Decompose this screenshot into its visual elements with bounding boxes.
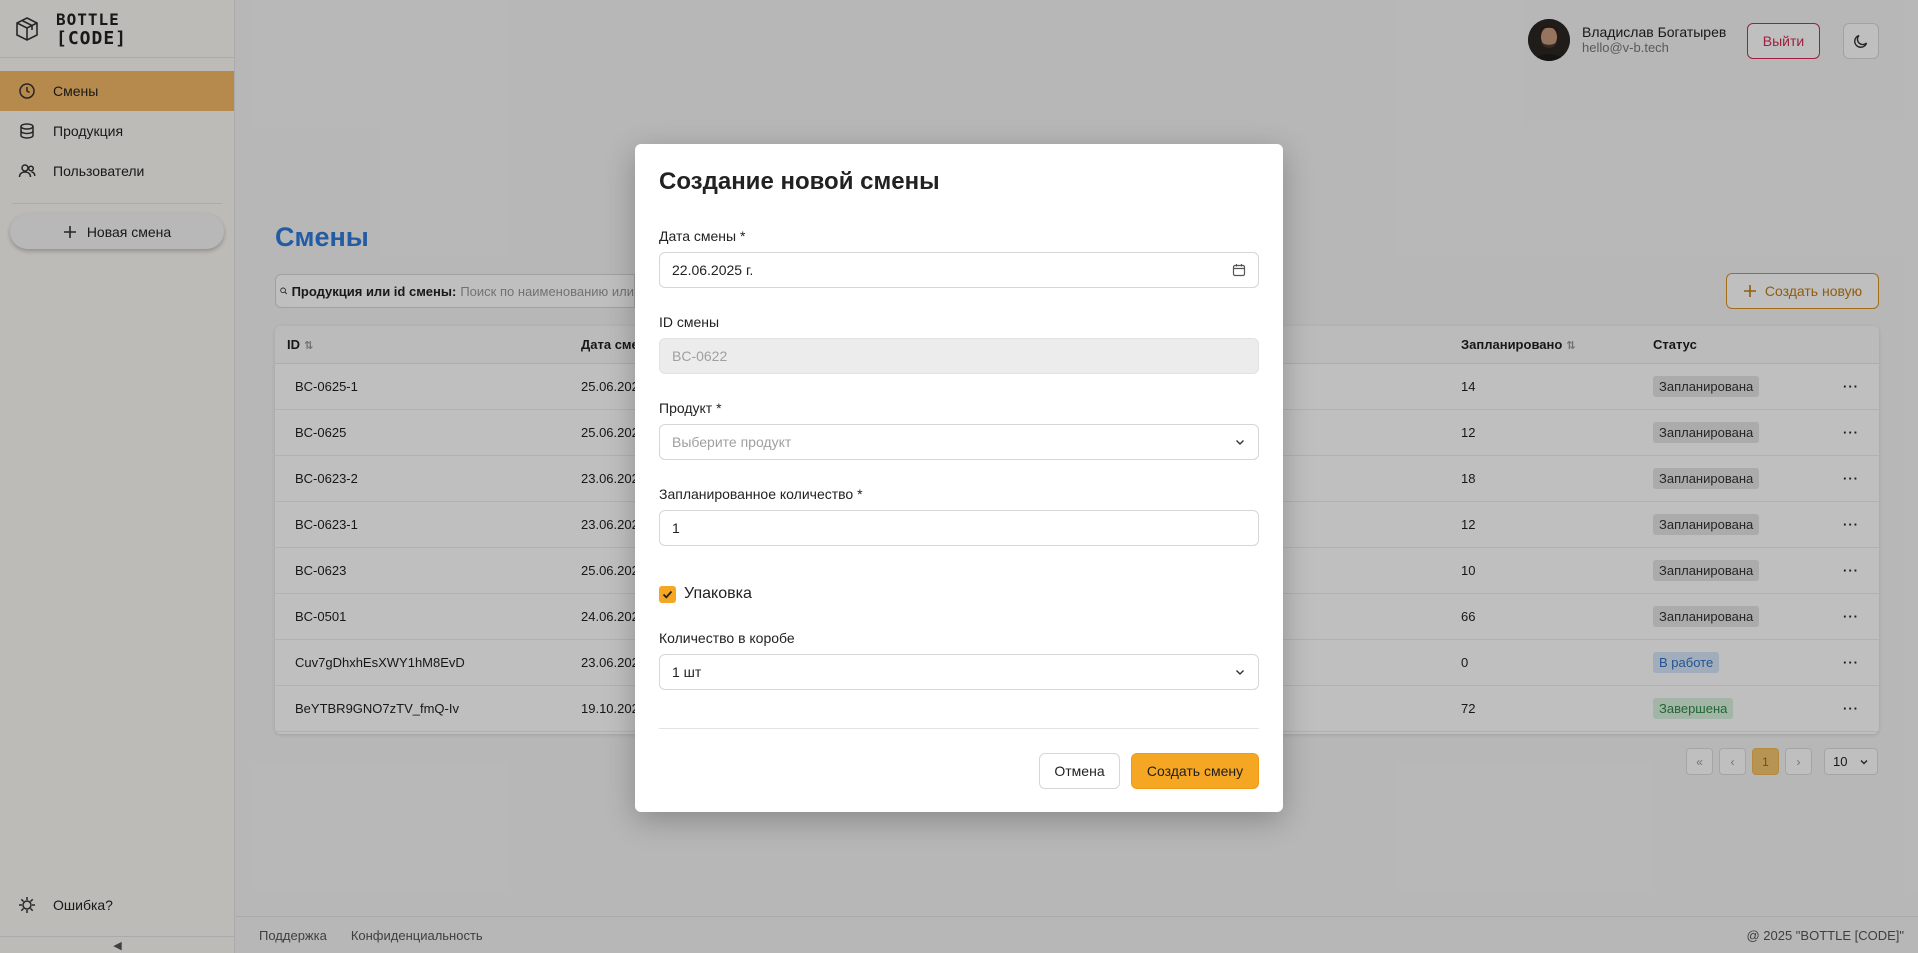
shift-id-input: BC-0622 bbox=[659, 338, 1259, 374]
shift-id-value: BC-0622 bbox=[672, 348, 728, 364]
product-select[interactable]: Выберите продукт bbox=[659, 424, 1259, 460]
chevron-down-icon bbox=[1236, 440, 1244, 445]
quantity-value: 1 bbox=[672, 520, 680, 536]
check-icon bbox=[662, 590, 673, 599]
box-qty-field-group: Количество в коробе 1 шт bbox=[659, 630, 1259, 690]
cancel-button[interactable]: Отмена bbox=[1039, 753, 1120, 789]
shift-id-field-group: ID смены BC-0622 bbox=[659, 314, 1259, 374]
packaging-checkbox-row[interactable]: Упаковка bbox=[659, 585, 752, 603]
date-field-group: Дата смены * 22.06.2025 г. bbox=[659, 228, 1259, 288]
packaging-checkbox[interactable] bbox=[659, 585, 676, 603]
create-shift-button[interactable]: Создать смену bbox=[1131, 753, 1259, 789]
product-placeholder: Выберите продукт bbox=[672, 434, 792, 450]
create-shift-modal: Создание новой смены Дата смены * 22.06.… bbox=[635, 144, 1283, 812]
quantity-label: Запланированное количество * bbox=[659, 486, 863, 502]
product-field-group: Продукт * Выберите продукт bbox=[659, 400, 1259, 460]
modal-divider bbox=[659, 728, 1259, 729]
box-qty-select[interactable]: 1 шт bbox=[659, 654, 1259, 690]
date-label: Дата смены * bbox=[659, 228, 746, 244]
box-qty-label: Количество в коробе bbox=[659, 630, 795, 646]
box-qty-value: 1 шт bbox=[672, 664, 702, 680]
calendar-icon[interactable] bbox=[1232, 263, 1246, 277]
product-label: Продукт * bbox=[659, 400, 722, 416]
date-value: 22.06.2025 г. bbox=[672, 262, 754, 278]
quantity-input[interactable]: 1 bbox=[659, 510, 1259, 546]
date-input[interactable]: 22.06.2025 г. bbox=[659, 252, 1259, 288]
quantity-field-group: Запланированное количество * 1 bbox=[659, 486, 1259, 546]
chevron-down-icon bbox=[1236, 670, 1244, 675]
modal-title: Создание новой смены bbox=[659, 168, 940, 195]
packaging-label: Упаковка bbox=[684, 585, 752, 602]
shift-id-label: ID смены bbox=[659, 314, 720, 330]
